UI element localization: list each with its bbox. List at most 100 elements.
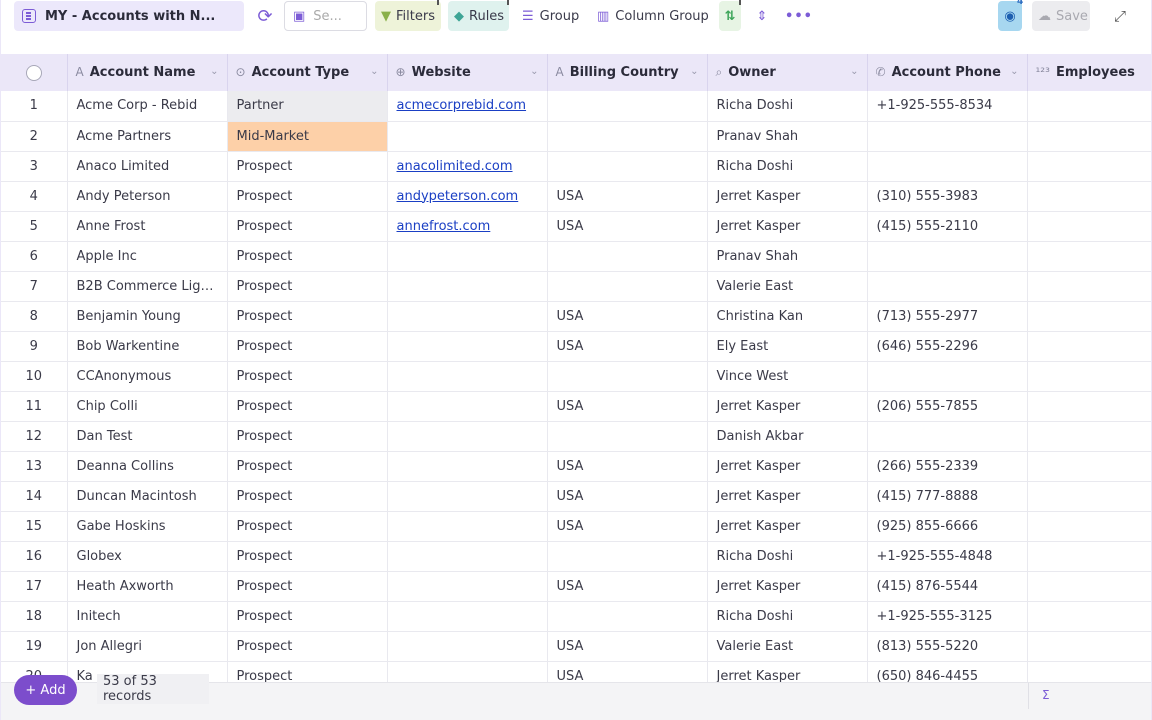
cell-type[interactable]: Prospect bbox=[227, 211, 388, 242]
cell-name[interactable]: Dan Test bbox=[67, 421, 228, 452]
cell-website[interactable] bbox=[387, 391, 548, 422]
cell-owner[interactable]: Danish Akbar bbox=[707, 421, 868, 452]
cell-website[interactable] bbox=[387, 361, 548, 392]
cell-owner[interactable]: Jerret Kasper bbox=[707, 481, 868, 512]
table-row[interactable]: 12 Dan Test Prospect Danish Akbar bbox=[1, 421, 1151, 452]
sort-button[interactable]: ⇅ bbox=[719, 0, 741, 31]
cell-website[interactable] bbox=[387, 121, 548, 152]
cell-website[interactable] bbox=[387, 541, 548, 572]
cell-employees[interactable] bbox=[1027, 541, 1151, 572]
chevron-down-icon[interactable]: ⌄ bbox=[690, 66, 698, 77]
website-link[interactable]: andypeterson.com bbox=[397, 189, 519, 204]
cell-website[interactable] bbox=[387, 601, 548, 632]
website-link[interactable]: anacolimited.com bbox=[397, 159, 513, 174]
cell-phone[interactable]: (713) 555-2977 bbox=[867, 301, 1028, 332]
cell-phone[interactable]: (206) 555-7855 bbox=[867, 391, 1028, 422]
cell-website[interactable] bbox=[387, 241, 548, 272]
cell-employees[interactable] bbox=[1027, 451, 1151, 482]
cell-owner[interactable]: Ely East bbox=[707, 331, 868, 362]
cell-website[interactable] bbox=[387, 481, 548, 512]
table-row[interactable]: 3 Anaco Limited Prospect anacolimited.com Ri… bbox=[1, 151, 1151, 182]
cell-country[interactable]: USA bbox=[547, 511, 708, 542]
table-row[interactable]: 7 B2B Commerce Lightn... Prospect Valerie E… bbox=[1, 271, 1151, 302]
column-header-account-phone[interactable]: ✆ Account Phone ⌄ bbox=[867, 54, 1028, 91]
cell-country[interactable]: USA bbox=[547, 301, 708, 332]
cell-name[interactable]: Anaco Limited bbox=[67, 151, 228, 182]
cell-employees[interactable] bbox=[1027, 511, 1151, 542]
cell-country[interactable]: USA bbox=[547, 631, 708, 662]
add-record-button[interactable]: + Add bbox=[14, 675, 77, 705]
cell-employees[interactable] bbox=[1027, 631, 1151, 662]
cell-owner[interactable]: Vince West bbox=[707, 361, 868, 392]
cell-type[interactable]: Prospect bbox=[227, 631, 388, 662]
view-selector[interactable]: MY - Accounts with N... bbox=[14, 1, 244, 31]
cell-employees[interactable] bbox=[1027, 601, 1151, 632]
group-button[interactable]: ☰ Group bbox=[522, 1, 586, 31]
table-row[interactable]: 4 Andy Peterson Prospect andypeterson.com US… bbox=[1, 181, 1151, 212]
cell-employees[interactable] bbox=[1027, 151, 1151, 182]
more-options-button[interactable]: ••• bbox=[785, 1, 812, 31]
table-row[interactable]: 11 Chip Colli Prospect USA Jerret Kasper (206… bbox=[1, 391, 1151, 422]
cell-phone[interactable] bbox=[867, 421, 1028, 452]
table-row[interactable]: 10 CCAnonymous Prospect Vince West bbox=[1, 361, 1151, 392]
cell-name[interactable]: Andy Peterson bbox=[67, 181, 228, 212]
cell-name[interactable]: Globex bbox=[67, 541, 228, 572]
cell-type[interactable]: Partner bbox=[227, 91, 388, 122]
table-row[interactable]: 18 Initech Prospect Richa Doshi +1-925-555-3… bbox=[1, 601, 1151, 632]
cell-website[interactable] bbox=[387, 511, 548, 542]
cell-owner[interactable]: Jerret Kasper bbox=[707, 181, 868, 212]
chevron-down-icon[interactable]: ⌄ bbox=[370, 66, 378, 77]
cell-country[interactable]: USA bbox=[547, 391, 708, 422]
cell-country[interactable] bbox=[547, 91, 708, 122]
cell-type[interactable]: Prospect bbox=[227, 421, 388, 452]
cell-owner[interactable]: Richa Doshi bbox=[707, 601, 868, 632]
table-row[interactable]: 1 Acme Corp - Rebid Partner acmecorprebid.c… bbox=[1, 91, 1151, 122]
cell-employees[interactable] bbox=[1027, 571, 1151, 602]
cell-country[interactable]: USA bbox=[547, 451, 708, 482]
cell-name[interactable]: B2B Commerce Lightn... bbox=[67, 271, 228, 302]
cell-employees[interactable] bbox=[1027, 661, 1151, 682]
rules-button[interactable]: ◆ Rules bbox=[448, 0, 509, 31]
cell-country[interactable] bbox=[547, 121, 708, 152]
cell-employees[interactable] bbox=[1027, 421, 1151, 452]
cell-employees[interactable] bbox=[1027, 271, 1151, 302]
cell-type[interactable]: Prospect bbox=[227, 151, 388, 182]
cell-phone[interactable]: (310) 555-3983 bbox=[867, 181, 1028, 212]
cell-country[interactable] bbox=[547, 271, 708, 302]
chevron-down-icon[interactable]: ⌄ bbox=[210, 66, 218, 77]
cell-type[interactable]: Prospect bbox=[227, 271, 388, 302]
expand-button[interactable]: ⤢ bbox=[1110, 1, 1130, 31]
cell-country[interactable] bbox=[547, 151, 708, 182]
cell-phone[interactable] bbox=[867, 271, 1028, 302]
cell-phone[interactable]: (266) 555-2339 bbox=[867, 451, 1028, 482]
cell-phone[interactable] bbox=[867, 121, 1028, 152]
cell-website[interactable]: andypeterson.com bbox=[387, 181, 548, 212]
cell-owner[interactable]: Valerie East bbox=[707, 271, 868, 302]
cell-type[interactable]: Prospect bbox=[227, 391, 388, 422]
cell-country[interactable]: USA bbox=[547, 181, 708, 212]
cell-employees[interactable] bbox=[1027, 361, 1151, 392]
refresh-button[interactable]: ⟳ bbox=[254, 1, 276, 31]
table-row[interactable]: 9 Bob Warkentine Prospect USA Ely East (646) … bbox=[1, 331, 1151, 362]
cell-owner[interactable]: Jerret Kasper bbox=[707, 511, 868, 542]
cell-phone[interactable] bbox=[867, 361, 1028, 392]
cell-name[interactable]: Heath Axworth bbox=[67, 571, 228, 602]
cell-phone[interactable]: (415) 777-8888 bbox=[867, 481, 1028, 512]
cell-employees[interactable] bbox=[1027, 481, 1151, 512]
row-height-button[interactable]: ⇕ bbox=[751, 1, 773, 31]
column-header-billing-country[interactable]: A Billing Country ⌄ bbox=[547, 54, 708, 91]
cell-name[interactable]: Jon Allegri bbox=[67, 631, 228, 662]
cell-country[interactable] bbox=[547, 421, 708, 452]
cell-type[interactable]: Prospect bbox=[227, 241, 388, 272]
cell-country[interactable] bbox=[547, 541, 708, 572]
cell-type[interactable]: Prospect bbox=[227, 661, 388, 682]
cell-name[interactable]: CCAnonymous bbox=[67, 361, 228, 392]
cell-owner[interactable]: Pranav Shah bbox=[707, 121, 868, 152]
table-row[interactable]: 8 Benjamin Young Prospect USA Christina Kan(… bbox=[1, 301, 1151, 332]
cell-owner[interactable]: Richa Doshi bbox=[707, 91, 868, 122]
filters-button[interactable]: ▼ Filters bbox=[375, 0, 441, 31]
cell-website[interactable] bbox=[387, 271, 548, 302]
cell-phone[interactable] bbox=[867, 241, 1028, 272]
table-row[interactable]: 14 Duncan Macintosh Prospect USA Jerret Kasp… bbox=[1, 481, 1151, 512]
column-header-owner[interactable]: ⌕ Owner ⌄ bbox=[707, 54, 868, 91]
